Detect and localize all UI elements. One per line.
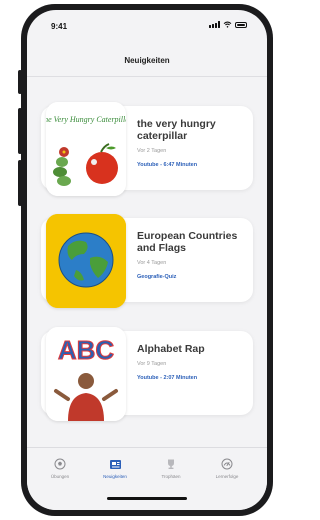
battery-icon bbox=[235, 21, 247, 28]
home-indicator bbox=[107, 497, 187, 500]
tab-label: Übungen bbox=[50, 474, 70, 479]
tab-bar: Übungen Neuigkeiten Trophäen Lernerfolge bbox=[27, 447, 267, 510]
card-date: Vor 9 Tagen bbox=[137, 361, 167, 367]
news-icon bbox=[109, 460, 121, 469]
screen: 9:41 Neuigkeiten The Very Hungry C bbox=[27, 10, 267, 510]
card-title: European Countries and Flags bbox=[137, 230, 238, 254]
tab-label: Trophäen bbox=[161, 474, 181, 479]
news-card-alphabet-rap[interactable]: ABC Alphabet Rap Vor 9 Tagen Youtube - 2… bbox=[41, 327, 253, 421]
speedometer-icon bbox=[221, 458, 233, 470]
signal-icon bbox=[209, 21, 220, 28]
tab-neuigkeiten[interactable]: Neuigkeiten bbox=[90, 458, 140, 479]
card-info: the very hungry caterpillar Vor 2 Tagen … bbox=[137, 118, 247, 168]
card-meta: Youtube - 2:07 Minuten bbox=[137, 375, 198, 381]
trophy-icon bbox=[168, 459, 174, 469]
tab-label: Neuigkeiten bbox=[103, 474, 127, 479]
phone-frame: 9:41 Neuigkeiten The Very Hungry C bbox=[21, 4, 273, 516]
tab-lernerfolge[interactable]: Lernerfolge bbox=[202, 458, 252, 479]
abc-thumb-text: ABC bbox=[58, 335, 115, 365]
status-bar: 9:41 bbox=[27, 10, 267, 36]
page-title: Neuigkeiten bbox=[124, 56, 170, 65]
caterpillar-thumbnail: The Very Hungry Caterpillar bbox=[46, 102, 126, 196]
news-card-caterpillar[interactable]: The Very Hungry Caterpillar the very hun… bbox=[41, 102, 253, 196]
tab-label: Lernerfolge bbox=[215, 474, 239, 479]
card-info: Alphabet Rap Vor 9 Tagen Youtube - 2:07 … bbox=[137, 343, 247, 381]
tab-uebungen[interactable]: Übungen bbox=[35, 458, 85, 479]
card-meta: Geografie-Quiz bbox=[137, 274, 177, 280]
card-title: Alphabet Rap bbox=[137, 343, 205, 355]
card-date: Vor 2 Tagen bbox=[137, 148, 167, 154]
card-title: the very hungry caterpillar bbox=[137, 118, 216, 142]
caterpillar-thumb-text: The Very Hungry Caterpillar bbox=[46, 115, 126, 124]
globe-thumbnail bbox=[46, 214, 126, 308]
tab-trophaeen[interactable]: Trophäen bbox=[146, 458, 196, 479]
header-divider bbox=[27, 76, 267, 77]
news-card-european-countries[interactable]: European Countries and Flags Vor 4 Tagen… bbox=[41, 214, 253, 308]
status-icons bbox=[209, 21, 247, 28]
wifi-icon bbox=[223, 21, 232, 28]
soccer-ball-icon bbox=[54, 458, 66, 470]
card-info: European Countries and Flags Vor 4 Tagen… bbox=[137, 230, 247, 280]
status-time: 9:41 bbox=[51, 22, 68, 31]
alphabet-thumbnail: ABC bbox=[46, 327, 126, 421]
card-meta: Youtube - 6:47 Minuten bbox=[137, 162, 198, 168]
card-date: Vor 4 Tagen bbox=[137, 260, 167, 266]
